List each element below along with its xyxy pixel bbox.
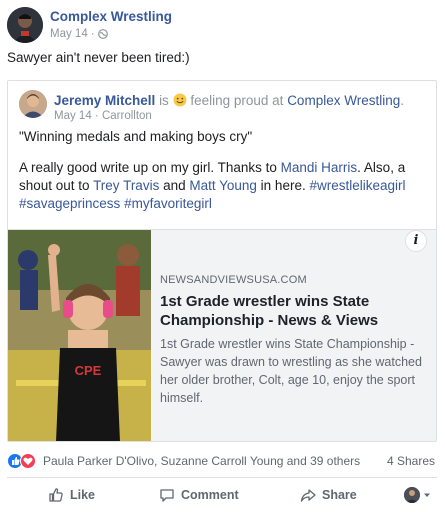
share-label: Share — [322, 488, 357, 502]
comment-bubble-icon — [160, 489, 174, 502]
body-text-segment: A really good write up on my girl. Thank… — [19, 160, 281, 175]
link-preview[interactable]: CPE NEWSANDVIEWSUSA.COM 1st Grade wrestl… — [8, 229, 436, 441]
thumbs-up-icon — [49, 488, 63, 502]
like-label: Like — [70, 488, 96, 502]
share-button[interactable]: Share — [300, 487, 357, 503]
preview-text[interactable]: NEWSANDVIEWSUSA.COM 1st Grade wrestler w… — [160, 274, 422, 407]
mention-trey-travis[interactable]: Trey Travis — [93, 178, 159, 193]
reaction-icons[interactable] — [7, 453, 39, 469]
info-icon[interactable]: i — [405, 230, 427, 252]
post-meta: May 14 · — [50, 28, 108, 40]
divider — [7, 477, 437, 478]
page-name-link[interactable]: Complex Wrestling — [50, 9, 172, 24]
globe-icon — [97, 29, 108, 39]
audience-selector[interactable] — [404, 487, 431, 503]
page-avatar[interactable] — [7, 7, 43, 43]
hashtag-savageprincess[interactable]: #savageprincess — [19, 196, 120, 211]
reactions-bar: Paula Parker D'Olivo, Suzanne Carroll Yo… — [7, 451, 437, 471]
caret-down-icon — [424, 493, 430, 497]
shared-date[interactable]: May 14 — [54, 110, 92, 122]
comment-label: Comment — [181, 488, 239, 502]
comment-button[interactable]: Comment — [159, 487, 239, 503]
shares-count[interactable]: 4 Shares — [387, 454, 435, 468]
shared-quote: "Winning medals and making boys cry" — [19, 129, 253, 144]
body-text-segment: and — [159, 178, 190, 193]
smiley-emoji-icon — [173, 93, 187, 107]
preview-image[interactable]: CPE — [8, 230, 151, 441]
title-period: . — [400, 93, 404, 108]
like-button[interactable]: Like — [48, 487, 95, 503]
post-date[interactable]: May 14 — [50, 28, 88, 40]
hashtag-wrestlelikeagirl[interactable]: #wrestlelikeagirl — [309, 178, 405, 193]
share-arrow-icon — [300, 489, 316, 502]
preview-headline[interactable]: 1st Grade wrestler wins State Championsh… — [160, 292, 422, 330]
post-header: Complex Wrestling May 14 · — [7, 7, 437, 45]
tagged-page-link[interactable]: Complex Wrestling — [287, 93, 400, 108]
love-reaction-icon — [20, 453, 36, 469]
is-word: is — [159, 93, 169, 108]
preview-domain: NEWSANDVIEWSUSA.COM — [160, 274, 307, 286]
shared-post-header: Jeremy Mitchell is feeling proud at Comp… — [19, 90, 429, 122]
shared-post-title: Jeremy Mitchell is feeling proud at Comp… — [54, 93, 404, 108]
shared-post-card: Jeremy Mitchell is feeling proud at Comp… — [7, 80, 437, 442]
shared-body-text: A really good write up on my girl. Thank… — [19, 159, 429, 213]
hashtag-myfavoritegirl[interactable]: #myfavoritegirl — [124, 196, 212, 211]
mention-matt-young[interactable]: Matt Young — [189, 178, 257, 193]
mention-mandi-harris[interactable]: Mandi Harris — [281, 160, 358, 175]
body-text-segment: in here. — [256, 178, 310, 193]
preview-description: 1st Grade wrestler wins State Championsh… — [160, 337, 422, 405]
feeling-text: feeling proud at — [190, 93, 284, 108]
user-avatar — [404, 487, 420, 503]
location[interactable]: Carrollton — [102, 110, 152, 122]
author-name-link[interactable]: Jeremy Mitchell — [54, 93, 155, 108]
post-text: Sawyer ain't never been tired:) — [7, 50, 190, 65]
author-avatar[interactable] — [19, 90, 47, 118]
shared-meta-separator: · — [94, 110, 99, 122]
meta-separator: · — [90, 28, 95, 40]
shared-post-meta: May 14 · Carrollton — [54, 110, 152, 122]
singlet-text: CPE — [75, 363, 102, 378]
action-bar: Like Comment Share — [7, 482, 437, 508]
reacted-names[interactable]: Paula Parker D'Olivo, Suzanne Carroll Yo… — [43, 454, 360, 468]
